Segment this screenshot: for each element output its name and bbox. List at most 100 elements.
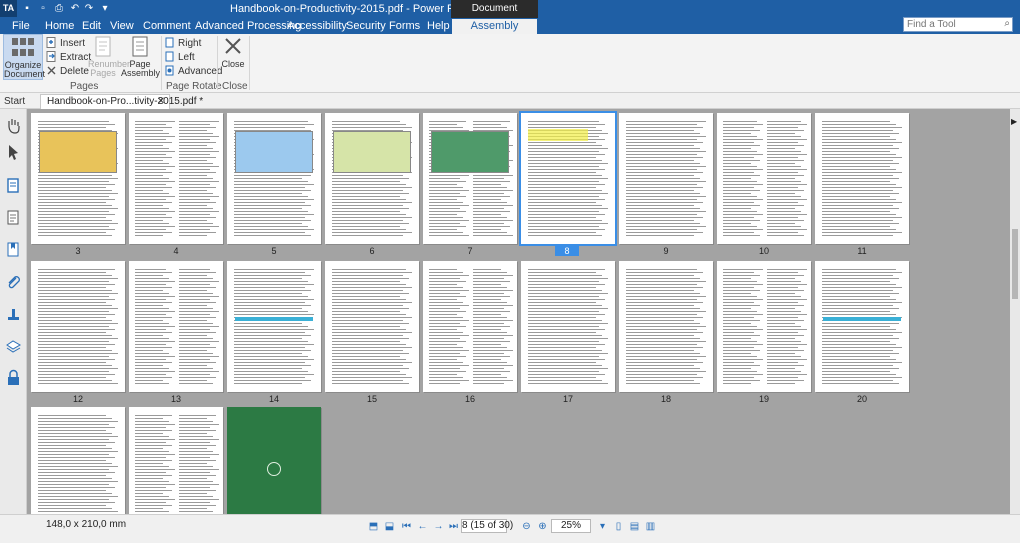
find-tool-search[interactable]: ⌕ (903, 17, 1013, 32)
page-thumbnail[interactable]: 15 (325, 261, 419, 407)
page-thumbnail[interactable]: 16 (423, 261, 517, 407)
page-thumbnail[interactable]: 21 (31, 407, 125, 514)
page-thumbnail[interactable]: 8 (519, 111, 617, 259)
continuous-view-icon[interactable]: ▤ (628, 520, 641, 533)
page-preview[interactable] (423, 113, 517, 244)
tab-advanced-processing[interactable]: Advanced Processing (195, 19, 301, 34)
page-preview[interactable] (31, 261, 125, 392)
tab-accessibility[interactable]: Accessibility (287, 19, 347, 34)
tab-assembly[interactable]: Assembly (452, 19, 537, 34)
layers-icon[interactable] (5, 337, 22, 354)
previous-page-icon[interactable]: ← (416, 520, 429, 533)
document-panel-icon[interactable] (5, 209, 22, 226)
stamp-icon[interactable] (5, 306, 22, 323)
tab-comment[interactable]: Comment (143, 19, 191, 34)
page-preview[interactable] (619, 113, 713, 244)
page-preview[interactable] (815, 261, 909, 392)
page-preview[interactable] (227, 113, 321, 244)
extract-button[interactable]: Extract (46, 51, 91, 64)
page-thumbnail[interactable]: 4 (129, 113, 223, 259)
tab-edit[interactable]: Edit (82, 19, 101, 34)
delete-button[interactable]: Delete (46, 65, 89, 78)
security-lock-icon[interactable] (5, 369, 22, 386)
page-thumbnail[interactable]: 14 (227, 261, 321, 407)
page-preview[interactable] (717, 261, 811, 392)
zoom-out-icon[interactable]: ⊖ (520, 520, 533, 533)
page-preview[interactable] (423, 261, 517, 392)
document-tab[interactable]: Handbook-on-Pro...tivity-2015.pdf * ✕ (40, 94, 203, 109)
start-tab[interactable]: Start (4, 96, 25, 107)
page-thumbnail[interactable]: 3 (31, 113, 125, 259)
page-thumbnail[interactable]: 17 (521, 261, 615, 407)
zoom-in-icon[interactable]: ⊕ (536, 520, 549, 533)
page-thumbnail[interactable]: 11 (815, 113, 909, 259)
fit-width-icon[interactable]: ⬓ (383, 520, 396, 533)
tab-help[interactable]: Help (427, 19, 450, 34)
first-page-icon[interactable]: ⏮ (400, 520, 413, 533)
pages-panel-icon[interactable] (5, 177, 22, 194)
page-thumbnail[interactable]: 13 (129, 261, 223, 407)
page-thumbnail[interactable]: 19 (717, 261, 811, 407)
print-icon[interactable]: ⎙ (52, 2, 66, 16)
next-page-icon[interactable]: → (432, 520, 445, 533)
page-preview[interactable] (717, 113, 811, 244)
tab-forms[interactable]: Forms (389, 19, 420, 34)
insert-button[interactable]: Insert (46, 37, 85, 50)
redo-icon[interactable]: ↷ (82, 2, 96, 16)
page-thumbnail[interactable]: 10 (717, 113, 811, 259)
close-assembly-button[interactable]: Close (220, 34, 246, 80)
tab-file[interactable]: File (12, 19, 30, 34)
tab-security[interactable]: Security (346, 19, 386, 34)
page-thumbnail[interactable]: 7 (423, 113, 517, 259)
page-preview[interactable] (129, 261, 223, 392)
scrollbar-thumb[interactable] (1012, 229, 1018, 299)
quick-access-dropdown-icon[interactable]: ▾ (98, 2, 112, 16)
page-thumbnail[interactable]: 9 (619, 113, 713, 259)
page-thumbnail[interactable]: 12 (31, 261, 125, 407)
last-page-icon[interactable]: ⏭ (447, 520, 460, 533)
page-thumbnail[interactable]: 5 (227, 113, 321, 259)
two-page-view-icon[interactable]: ▥ (644, 520, 657, 533)
organize-document-button[interactable]: Organize Document (3, 34, 45, 80)
rotate-advanced-button[interactable]: Advanced (164, 65, 222, 78)
page-thumbnail[interactable]: 20 (815, 261, 909, 407)
page-preview[interactable] (31, 113, 125, 244)
hand-tool-icon[interactable] (5, 117, 22, 134)
attachments-icon[interactable] (5, 274, 22, 291)
open-icon[interactable]: ▫ (36, 2, 50, 16)
single-page-view-icon[interactable]: ▯ (612, 520, 625, 533)
page-thumbnail[interactable]: 23 (227, 407, 321, 514)
scroll-right-arrow-icon[interactable]: ▶ (1011, 117, 1017, 126)
fit-page-icon[interactable]: ⬒ (367, 520, 380, 533)
search-input[interactable] (904, 18, 996, 31)
page-preview[interactable] (227, 261, 321, 392)
vertical-scrollbar[interactable]: ▶ (1010, 109, 1020, 514)
page-preview[interactable] (519, 111, 617, 246)
page-preview[interactable] (619, 261, 713, 392)
page-preview[interactable] (325, 113, 419, 244)
page-assembly-button[interactable]: Page Assembly (121, 34, 160, 80)
bookmarks-icon[interactable] (5, 241, 22, 258)
zoom-dropdown-icon[interactable]: ▾ (596, 520, 609, 533)
page-preview[interactable] (325, 261, 419, 392)
page-thumbnail[interactable]: 6 (325, 113, 419, 259)
tab-view[interactable]: View (110, 19, 134, 34)
tab-home[interactable]: Home (45, 19, 74, 34)
close-tab-icon[interactable]: ✕ (157, 95, 165, 108)
page-number-field[interactable]: 8 (15 of 30) (461, 519, 513, 533)
page-preview[interactable] (129, 113, 223, 244)
page-preview[interactable] (521, 261, 615, 392)
page-preview[interactable] (815, 113, 909, 244)
undo-icon[interactable]: ↶ (68, 2, 82, 16)
page-preview[interactable] (31, 407, 125, 514)
page-thumbnail[interactable]: 18 (619, 261, 713, 407)
rotate-right-button[interactable]: Right (164, 37, 201, 50)
search-icon[interactable]: ⌕ (1004, 18, 1010, 29)
zoom-level-field[interactable]: 25% (551, 519, 591, 533)
page-thumbnail[interactable]: 22 (129, 407, 223, 514)
select-arrow-icon[interactable] (5, 143, 22, 160)
page-preview[interactable] (227, 407, 321, 514)
renumber-pages-button[interactable]: Renumber Pages (88, 34, 130, 80)
rotate-left-button[interactable]: Left (164, 51, 195, 64)
save-icon[interactable]: ▪ (20, 2, 34, 16)
